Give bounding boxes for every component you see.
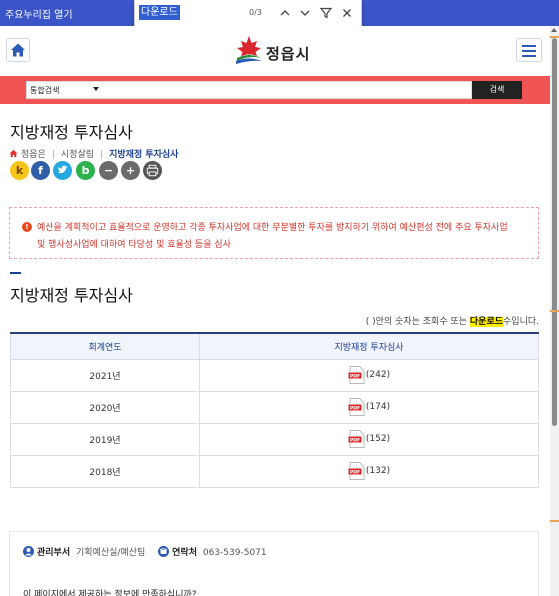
download-cell: PDF (132) (199, 454, 539, 488)
svg-text:PDF: PDF (350, 405, 360, 411)
search-button[interactable]: 검색 (472, 81, 522, 99)
facebook-share-button[interactable]: f (31, 161, 50, 180)
find-highlight: 다운로드 (469, 317, 504, 327)
print-button[interactable] (143, 161, 162, 180)
section-title: 지방재정 투자심사 (10, 286, 133, 305)
find-query[interactable]: 다운로드 (139, 5, 180, 20)
year-cell: 2018년 (10, 454, 200, 488)
download-count: (174) (365, 402, 391, 412)
download-cell: PDF (242) (199, 358, 539, 392)
breadcrumb-item[interactable]: 정읍은 (21, 150, 46, 160)
find-match-marker (550, 36, 559, 38)
pdf-file-icon: PDF (348, 366, 365, 384)
table-row: 2019년 PDF (152) (10, 422, 539, 456)
section-accent-bar (10, 272, 21, 274)
contact-value: 063-539-5071 (202, 548, 267, 558)
site-logo[interactable]: 정읍시 (234, 34, 324, 68)
breadcrumb-item[interactable]: 시정살림 (61, 150, 94, 160)
table-header-row: 회계연도 지방재정 투자심사 (10, 332, 539, 360)
find-filter-button[interactable] (318, 5, 334, 21)
download-count: (132) (365, 466, 391, 476)
home-button[interactable] (6, 38, 30, 62)
page-scrollbar[interactable] (550, 26, 559, 596)
breadcrumb: 정읍은 | 시정살림 | 지방재정 투자심사 (9, 147, 178, 160)
filter-icon (319, 7, 333, 19)
band-share-button[interactable]: b (76, 161, 95, 180)
svg-text:PDF: PDF (350, 437, 360, 443)
alert-icon: ! (22, 222, 32, 232)
twitter-icon (57, 165, 68, 174)
find-bar: 다운로드 0/3 (134, 0, 362, 28)
column-header-review: 지방재정 투자심사 (199, 332, 539, 360)
download-count: (152) (365, 434, 391, 444)
pdf-download-link[interactable]: PDF (348, 366, 365, 384)
find-match-marker (550, 310, 559, 312)
find-match-marker (550, 520, 559, 522)
find-next-button[interactable] (297, 5, 313, 21)
zoom-out-button[interactable]: − (99, 161, 118, 180)
caret-down-icon (93, 87, 99, 91)
search-scope-select[interactable]: 통합검색 (30, 85, 59, 96)
table-row: 2020년 PDF (174) (10, 390, 539, 424)
breadcrumb-current: 지방재정 투자심사 (109, 150, 179, 160)
svg-text:PDF: PDF (350, 373, 360, 379)
pdf-file-icon: PDF (348, 398, 365, 416)
scrollbar-thumb[interactable] (552, 38, 557, 426)
satisfaction-survey-question: 이 페이지에서 제공하는 정보에 만족하십니까? (23, 590, 197, 596)
notice-text: 예산을 계획적이고 효율적으로 운영하고 각종 투자사업에 대한 무분별한 투자… (37, 223, 508, 250)
year-cell: 2021년 (10, 358, 200, 392)
pdf-file-icon: PDF (348, 462, 365, 480)
page-title: 지방재정 투자심사 (10, 123, 133, 142)
pdf-download-link[interactable]: PDF (348, 398, 365, 416)
print-icon (146, 164, 159, 177)
managing-department: 관리부서 기획예산실/예산팀 연락처 063-539-5071 (23, 545, 267, 558)
chevron-down-icon (300, 10, 310, 16)
maple-leaf-logo-icon (236, 36, 262, 64)
close-icon (343, 9, 351, 17)
page-info-box: 관리부서 기획예산실/예산팀 연락처 063-539-5071 이 페이지에서 … (9, 531, 539, 596)
download-count: (242) (365, 370, 391, 380)
search-input[interactable] (137, 84, 467, 97)
find-close-button[interactable] (339, 5, 355, 21)
zoom-in-button[interactable]: + (121, 161, 140, 180)
count-note: ( )안의 숫자는 조회수 또는 다운로드수입니다. (365, 317, 539, 327)
twitter-share-button[interactable] (53, 161, 72, 180)
pdf-file-icon: PDF (348, 430, 365, 448)
year-cell: 2019년 (10, 422, 200, 456)
notice-box: ! 예산을 계획적이고 효율적으로 운영하고 각종 투자사업에 대한 무분별한 … (9, 207, 539, 259)
column-header-year: 회계연도 (10, 332, 200, 360)
download-cell: PDF (152) (199, 422, 539, 456)
year-cell: 2020년 (10, 390, 200, 424)
svg-text:PDF: PDF (350, 469, 360, 475)
home-icon (11, 43, 25, 57)
find-previous-button[interactable] (277, 5, 293, 21)
investment-review-table: 회계연도 지방재정 투자심사 2021년 PDF (242) 2020년 PDF… (10, 332, 539, 488)
breadcrumb-home-icon[interactable] (9, 149, 18, 158)
person-icon (23, 546, 34, 557)
search-box: 통합검색 (26, 81, 472, 99)
phone-icon (158, 546, 170, 557)
site-header: 정읍시 (0, 26, 550, 76)
find-match-count: 0/3 (249, 8, 262, 17)
pdf-download-link[interactable]: PDF (348, 430, 365, 448)
top-menu-label[interactable]: 주요누리집 열기 (5, 6, 73, 21)
hamburger-icon (522, 45, 536, 47)
menu-button[interactable] (516, 38, 542, 62)
table-row: 2018년 PDF (132) (10, 454, 539, 488)
search-band: 통합검색 검색 (0, 76, 550, 104)
chevron-up-icon (280, 10, 290, 16)
pdf-download-link[interactable]: PDF (348, 462, 365, 480)
kakaostory-share-button[interactable]: k (10, 161, 29, 180)
download-cell: PDF (174) (199, 390, 539, 424)
department-value: 기획예산실/예산팀 (76, 548, 146, 558)
logo-text: 정읍시 (266, 45, 311, 63)
scroll-up-arrow-icon[interactable] (551, 28, 557, 32)
table-row: 2021년 PDF (242) (10, 358, 539, 392)
